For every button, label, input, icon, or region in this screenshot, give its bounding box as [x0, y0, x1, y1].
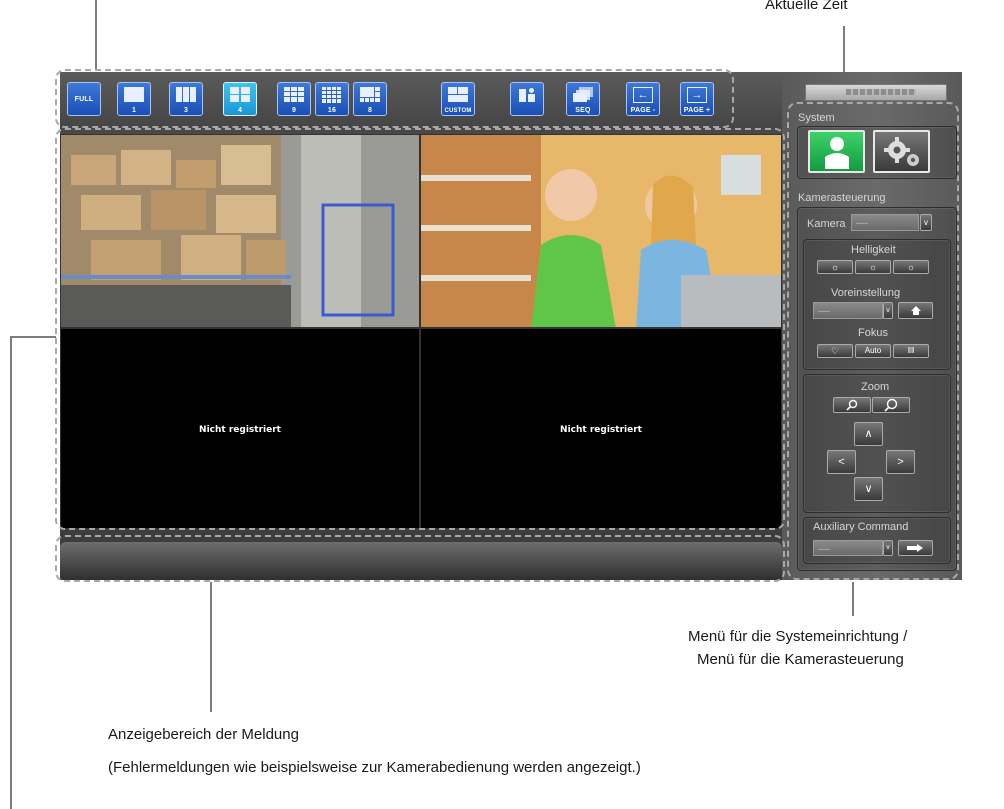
toolbar-highlight: [55, 69, 734, 128]
callout-message-area: Anzeigebereich der Meldung: [108, 726, 299, 743]
callout-current-time: Aktuelle Zeit: [765, 0, 848, 13]
menu-highlight: [787, 102, 959, 580]
current-time-display: [805, 84, 947, 101]
callout-message-note: (Fehlermeldungen wie beispielsweise zur …: [108, 759, 641, 776]
leader-video-v: [10, 336, 12, 809]
video-highlight: [55, 128, 785, 530]
leader-video-h: [10, 336, 56, 338]
time-readout-blur: [846, 89, 916, 95]
message-highlight: [55, 535, 785, 582]
callout-menu-line1: Menü für die Systemeinrichtung /: [688, 628, 908, 645]
callout-menu-line2: Menü für die Kamerasteuerung: [697, 651, 904, 668]
leader-menu: [852, 582, 854, 616]
leader-message: [210, 582, 212, 712]
leader-toolbar: [95, 0, 97, 70]
